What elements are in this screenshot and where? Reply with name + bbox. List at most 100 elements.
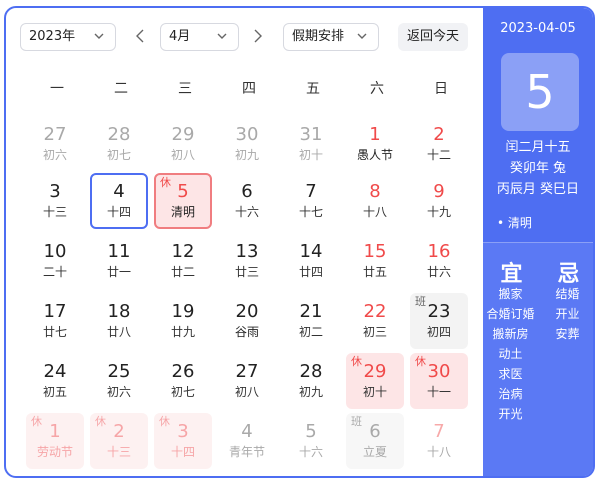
day-number: 5 xyxy=(305,421,317,442)
day-cell[interactable]: 7 十八 xyxy=(410,413,468,469)
day-cell[interactable]: 24 初五 xyxy=(26,353,84,409)
day-number: 28 xyxy=(107,124,131,145)
day-cell[interactable]: 休 5 清明 xyxy=(154,173,212,229)
day-cell[interactable]: 29 初八 xyxy=(154,116,212,172)
day-number: 6 xyxy=(241,181,253,202)
day-number: 13 xyxy=(235,241,259,262)
day-cell[interactable]: 18 廿八 xyxy=(90,293,148,349)
lunar-label: 初九 xyxy=(298,385,323,399)
day-cell[interactable]: 22 初三 xyxy=(346,293,404,349)
day-number: 4 xyxy=(113,181,125,202)
lunar-label: 十八 xyxy=(426,445,451,459)
day-detail-panel: 2023-04-05 5 闰二月十五 癸卯年 兔 丙辰月 癸巳日 • 清明 宜 … xyxy=(483,8,593,476)
lunar-label: 初三 xyxy=(362,325,387,339)
day-number: 7 xyxy=(433,421,445,442)
day-number: 29 xyxy=(171,124,195,145)
lunar-date: 闰二月十五 xyxy=(505,140,571,155)
lunar-label: 十四 xyxy=(170,445,195,459)
lunar-label: 廿七 xyxy=(42,325,67,339)
day-cell[interactable]: 15 廿五 xyxy=(346,233,404,289)
day-cell[interactable]: 27 初八 xyxy=(218,353,276,409)
lunar-label: 谷雨 xyxy=(234,325,259,339)
day-cell[interactable]: 14 廿四 xyxy=(282,233,340,289)
yi-item: 开光 xyxy=(498,407,523,421)
lunar-label: 廿一 xyxy=(106,265,131,279)
day-cell[interactable]: 12 廿二 xyxy=(154,233,212,289)
day-cell[interactable]: 4 十四 xyxy=(90,173,148,229)
lunar-label: 十七 xyxy=(298,205,323,219)
day-cell[interactable]: 27 初六 xyxy=(26,116,84,172)
day-cell[interactable]: 17 廿七 xyxy=(26,293,84,349)
day-cell[interactable]: 班 6 立夏 xyxy=(346,413,404,469)
day-cell[interactable]: 3 十三 xyxy=(26,173,84,229)
day-cell[interactable]: 2 十二 xyxy=(410,116,468,172)
day-number: 16 xyxy=(427,241,451,262)
day-number: 28 xyxy=(299,361,323,382)
day-number: 14 xyxy=(299,241,323,262)
day-cell[interactable]: 16 廿六 xyxy=(410,233,468,289)
day-number: 4 xyxy=(241,421,253,442)
lunar-label: 初六 xyxy=(106,385,131,399)
day-cell[interactable]: 6 十六 xyxy=(218,173,276,229)
day-cell[interactable]: 9 十九 xyxy=(410,173,468,229)
calendar-main: 2023年 4月 假期安排 返回今天 一 二 三 四 五 六 日 27 初六 2… xyxy=(6,8,483,476)
day-cell[interactable]: 10 二十 xyxy=(26,233,84,289)
lunar-label: 十六 xyxy=(298,445,323,459)
lunar-label: 廿五 xyxy=(362,265,387,279)
day-cell[interactable]: 休 2 十三 xyxy=(90,413,148,469)
day-cell[interactable]: 4 青年节 xyxy=(218,413,276,469)
day-cell[interactable]: 7 十七 xyxy=(282,173,340,229)
day-cell[interactable]: 休 30 十一 xyxy=(410,353,468,409)
day-cell[interactable]: 30 初九 xyxy=(218,116,276,172)
day-number: 19 xyxy=(171,301,195,322)
day-cell[interactable]: 20 谷雨 xyxy=(218,293,276,349)
day-cell[interactable]: 8 十八 xyxy=(346,173,404,229)
holiday-badge: 休 xyxy=(95,415,106,428)
day-cell[interactable]: 班 23 初四 xyxy=(410,293,468,349)
workday-badge: 班 xyxy=(351,415,362,428)
day-number: 15 xyxy=(363,241,387,262)
day-cell[interactable]: 休 3 十四 xyxy=(154,413,212,469)
day-cell[interactable]: 5 十六 xyxy=(282,413,340,469)
day-cell[interactable]: 19 廿九 xyxy=(154,293,212,349)
lunar-label: 十二 xyxy=(426,148,451,162)
lunar-label: 十三 xyxy=(42,205,67,219)
day-number: 25 xyxy=(107,361,131,382)
day-number: 3 xyxy=(49,181,61,202)
day-cell[interactable]: 31 初十 xyxy=(282,116,340,172)
day-number: 21 xyxy=(299,301,323,322)
day-number: 12 xyxy=(171,241,195,262)
day-number: 27 xyxy=(43,124,67,145)
lunar-label: 廿六 xyxy=(426,265,451,279)
day-number: 27 xyxy=(235,361,259,382)
day-cell[interactable]: 28 初九 xyxy=(282,353,340,409)
day-cell[interactable]: 13 廿三 xyxy=(218,233,276,289)
lunar-label: 初七 xyxy=(170,385,195,399)
day-number: 9 xyxy=(433,181,445,202)
day-cell[interactable]: 休 29 初十 xyxy=(346,353,404,409)
day-cell[interactable]: 休 1 劳动节 xyxy=(26,413,84,469)
lunar-month-day: 丙辰月 癸巳日 xyxy=(496,182,580,197)
day-cell[interactable]: 21 初二 xyxy=(282,293,340,349)
lunar-label: 初四 xyxy=(426,325,451,339)
yi-item: 治病 xyxy=(498,387,523,401)
lunar-label: 初十 xyxy=(362,385,387,399)
day-cell[interactable]: 25 初六 xyxy=(90,353,148,409)
lunar-label: 青年节 xyxy=(228,445,265,459)
lunar-label: 劳动节 xyxy=(36,445,73,459)
yi-label: 宜 xyxy=(500,262,523,287)
lunar-label: 初五 xyxy=(42,385,67,399)
day-number: 2 xyxy=(433,124,445,145)
day-cell[interactable]: 28 初七 xyxy=(90,116,148,172)
selected-day-number: 5 xyxy=(501,53,579,131)
lunar-label: 清明 xyxy=(170,205,195,219)
holiday-badge: 休 xyxy=(415,355,426,368)
day-cell[interactable]: 11 廿一 xyxy=(90,233,148,289)
lunar-label: 廿三 xyxy=(234,265,259,279)
day-cell[interactable]: 1 愚人节 xyxy=(346,116,404,172)
lunar-label: 十六 xyxy=(234,205,259,219)
lunar-label: 廿二 xyxy=(170,265,195,279)
lunar-label: 初八 xyxy=(170,148,195,162)
day-cell[interactable]: 26 初七 xyxy=(154,353,212,409)
yi-item: 搬家 xyxy=(498,287,523,301)
